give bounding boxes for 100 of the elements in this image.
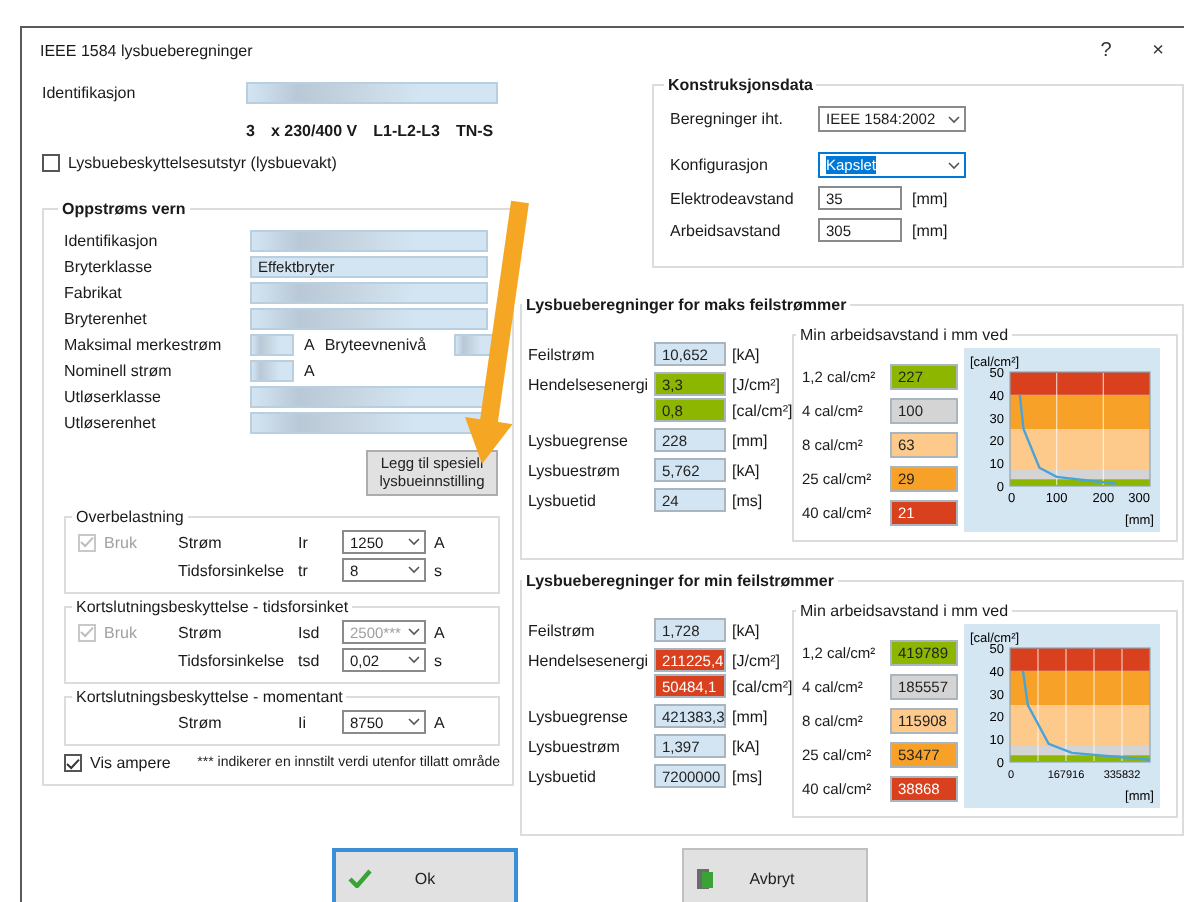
field-label: Bryteevnenivå bbox=[324, 336, 429, 354]
ok-button[interactable]: Ok bbox=[332, 848, 518, 902]
field-label: Utløserklasse bbox=[64, 388, 163, 406]
plot-frame bbox=[1009, 371, 1151, 487]
unit-label: A bbox=[434, 623, 445, 641]
chevron-icon bbox=[948, 161, 960, 169]
result-label: Feilstrøm bbox=[528, 620, 597, 640]
value-field[interactable] bbox=[250, 282, 488, 304]
field-label: Identifikasjon bbox=[64, 232, 160, 250]
field-label: Maksimal merkestrøm bbox=[64, 336, 224, 354]
chevron-icon bbox=[408, 718, 420, 726]
checkbox-label: Vis ampere bbox=[90, 754, 173, 772]
help-button[interactable]: ? bbox=[1080, 30, 1132, 70]
door-icon bbox=[696, 867, 714, 889]
energy-curve bbox=[1018, 394, 1117, 485]
section-title: Lysbueberegninger for min feilstrømmer bbox=[524, 572, 836, 590]
result-label: Lysbuestrøm bbox=[528, 736, 622, 756]
symbol-label: Isd bbox=[298, 623, 322, 641]
field-label: Utløserenhet bbox=[64, 414, 158, 432]
cancel-button[interactable]: Avbryt bbox=[682, 848, 868, 902]
field-label: Identifikasjon bbox=[42, 84, 138, 102]
field-label: Bryterklasse bbox=[64, 258, 155, 276]
chevron-icon bbox=[948, 115, 960, 123]
symbol-label: tsd bbox=[298, 651, 322, 669]
window-title: IEEE 1584 lysbueberegninger bbox=[40, 41, 255, 59]
chevron-icon bbox=[408, 628, 420, 636]
result-label: Lysbuetid bbox=[528, 490, 598, 510]
unit-label: A bbox=[304, 362, 315, 380]
value-field[interactable] bbox=[250, 230, 488, 252]
result-label: Lysbuegrense bbox=[528, 430, 630, 450]
field-label: Strøm bbox=[178, 713, 224, 731]
system-label: x 230/400 V bbox=[270, 122, 358, 140]
unit-label: [mm] bbox=[912, 189, 948, 207]
unit-label: [cal/cm²] bbox=[732, 401, 793, 419]
plot-frame bbox=[1009, 647, 1151, 763]
field-label: Fabrikat bbox=[64, 284, 124, 302]
value-field[interactable] bbox=[250, 360, 294, 382]
unit-label: A bbox=[434, 713, 445, 731]
result-label: Hendelsesenergi bbox=[528, 374, 651, 394]
unit-label: s bbox=[434, 651, 442, 669]
unit-label: [ms] bbox=[732, 491, 763, 509]
field-label: Bryterenhet bbox=[64, 310, 149, 328]
field-label: Tidsforsinkelse bbox=[178, 561, 287, 579]
value-field[interactable] bbox=[246, 82, 498, 104]
group-title: Min arbeidsavstand i mm ved bbox=[798, 602, 1011, 620]
value-field[interactable] bbox=[250, 308, 488, 330]
field-label: Arbeidsavstand bbox=[670, 221, 783, 239]
field-label: Beregninger iht. bbox=[670, 110, 785, 128]
result-label: Lysbuestrøm bbox=[528, 460, 622, 480]
checkbox-label: Bruk bbox=[104, 533, 137, 551]
result-label: Hendelsesenergi bbox=[528, 650, 651, 670]
checkbox-label: Lysbuebeskyttelsesutstyr (lysbuevakt) bbox=[68, 154, 337, 172]
energy-curve bbox=[1021, 670, 1151, 761]
unit-label: [J/cm²] bbox=[732, 375, 780, 393]
chevron-icon bbox=[408, 566, 420, 574]
field-label: Strøm bbox=[178, 533, 224, 551]
group-title: Min arbeidsavstand i mm ved bbox=[798, 326, 1011, 344]
chevron-icon bbox=[408, 538, 420, 546]
section-title: Lysbueberegninger for maks feilstrømmer bbox=[524, 296, 849, 314]
field-label: Konfigurasjon bbox=[670, 156, 770, 174]
checkmark-icon bbox=[348, 868, 372, 888]
unit-label: [mm] bbox=[732, 431, 768, 449]
unit-label: s bbox=[434, 561, 442, 579]
value-field[interactable] bbox=[250, 334, 294, 356]
field-label: Tidsforsinkelse bbox=[178, 651, 287, 669]
group-title: Kortslutningsbeskyttelse - momentant bbox=[74, 688, 345, 706]
unit-label: A bbox=[434, 533, 445, 551]
field-label: Strøm bbox=[178, 623, 224, 641]
system-label: 3 bbox=[246, 122, 255, 140]
result-label: Lysbuetid bbox=[528, 766, 598, 786]
checkbox-label: Bruk bbox=[104, 623, 137, 641]
unit-label: [kA] bbox=[732, 461, 760, 479]
unit-label: [ms] bbox=[732, 767, 763, 785]
unit-label: [cal/cm²] bbox=[732, 677, 793, 695]
symbol-label: Ir bbox=[298, 533, 310, 551]
symbol-label: Ii bbox=[298, 713, 308, 731]
section-title: Konstruksjonsdata bbox=[666, 76, 815, 94]
unit-label: [kA] bbox=[732, 345, 760, 363]
arc-protection-checkbox[interactable] bbox=[42, 154, 60, 172]
value-field[interactable] bbox=[454, 334, 495, 356]
field-label: Nominell strøm bbox=[64, 362, 174, 380]
unit-label: [mm] bbox=[912, 221, 948, 239]
unit-label: [kA] bbox=[732, 737, 760, 755]
value-field[interactable] bbox=[250, 386, 488, 408]
unit-label: A bbox=[304, 336, 315, 354]
chevron-icon bbox=[408, 656, 420, 664]
unit-label: [kA] bbox=[732, 621, 760, 639]
system-label: TN-S bbox=[455, 122, 494, 140]
group-title: Overbelastning bbox=[74, 508, 186, 526]
system-label: L1-L2-L3 bbox=[373, 122, 440, 140]
symbol-label: tr bbox=[298, 561, 310, 579]
section-title: Oppstrøms vern bbox=[60, 200, 188, 218]
unit-label: [J/cm²] bbox=[732, 651, 780, 669]
unit-label: [mm] bbox=[732, 707, 768, 725]
close-button[interactable]: × bbox=[1132, 30, 1184, 70]
field-label: Elektrodeavstand bbox=[670, 189, 796, 207]
show-amps-checkbox[interactable] bbox=[64, 754, 82, 772]
result-label: Feilstrøm bbox=[528, 344, 597, 364]
group-title: Kortslutningsbeskyttelse - tidsforsinket bbox=[74, 598, 351, 616]
result-label: Lysbuegrense bbox=[528, 706, 630, 726]
